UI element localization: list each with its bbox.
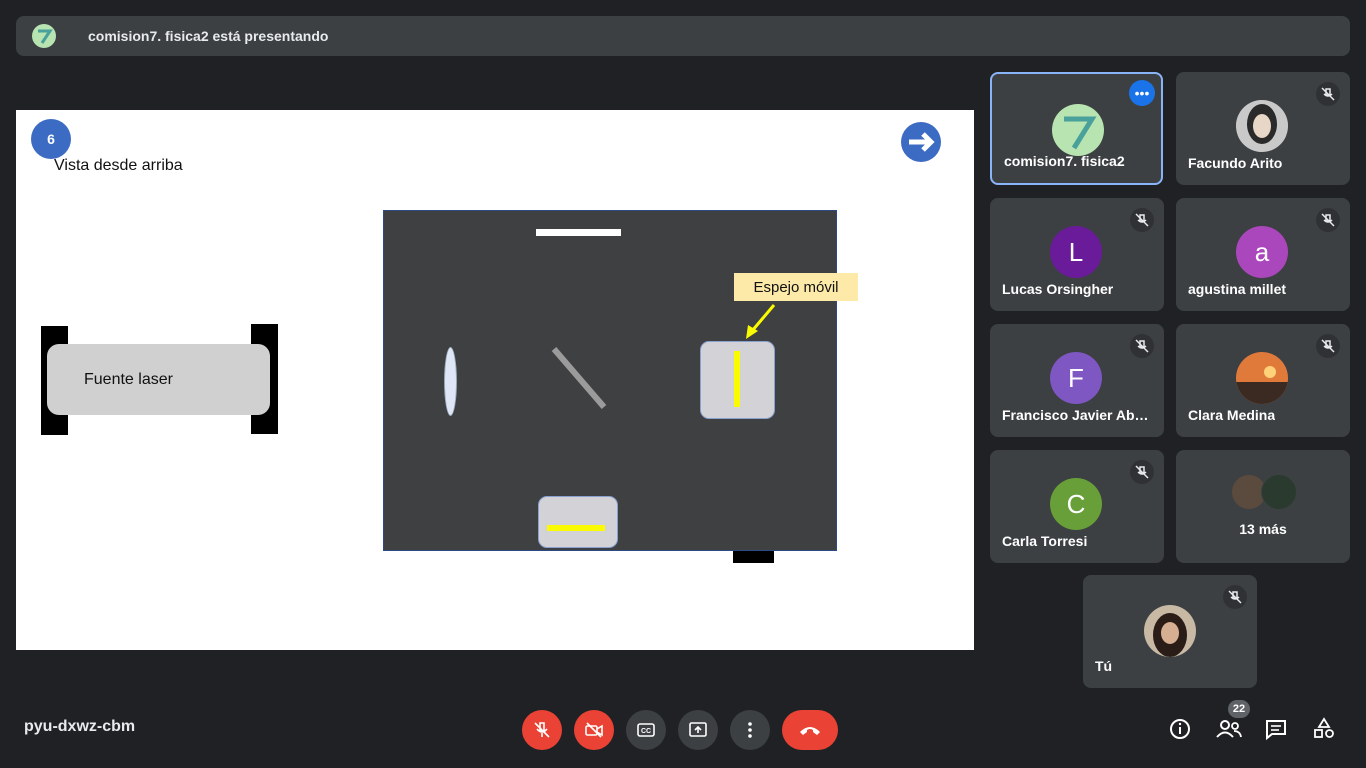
captions-button[interactable]: CC xyxy=(626,710,666,750)
participant-avatar: C xyxy=(1050,478,1102,530)
presenting-banner: comision7. fisica2 está presentando xyxy=(16,16,1350,56)
next-arrow-icon xyxy=(901,122,941,162)
mic-off-icon xyxy=(1316,334,1340,358)
participant-tile-clara[interactable]: Clara Medina xyxy=(1176,324,1350,437)
mic-off-icon xyxy=(1316,208,1340,232)
mic-off-button[interactable] xyxy=(522,710,562,750)
present-screen-button[interactable] xyxy=(678,710,718,750)
participant-avatar xyxy=(1236,352,1288,404)
people-count-badge: 22 xyxy=(1228,700,1250,718)
leave-call-button[interactable] xyxy=(782,710,838,750)
participant-tile-agustina[interactable]: a agustina millet xyxy=(1176,198,1350,311)
screen-bar xyxy=(536,229,621,236)
lens xyxy=(444,347,457,416)
participant-name: Francisco Javier Abr… xyxy=(1002,407,1150,423)
presenter-avatar xyxy=(32,24,56,48)
participant-avatar xyxy=(1144,605,1196,657)
participant-avatar xyxy=(1236,100,1288,152)
participant-name: Tú xyxy=(1095,658,1113,674)
people-icon[interactable] xyxy=(1214,716,1244,742)
group-avatars xyxy=(1231,474,1301,510)
mic-off-icon xyxy=(1223,585,1247,609)
participant-avatar: L xyxy=(1050,226,1102,278)
shared-slide: 6 Vista desde arriba Fuente laser Espejo… xyxy=(16,110,974,650)
mic-off-icon xyxy=(1130,208,1154,232)
participant-tile-facundo[interactable]: Facundo Arito xyxy=(1176,72,1350,185)
meeting-code: pyu-dxwz-cbm xyxy=(24,718,136,735)
participant-avatar: F xyxy=(1050,352,1102,404)
slide-number: 6 xyxy=(31,119,71,159)
more-participants-label: 13 más xyxy=(1239,521,1287,537)
slide-caption: Vista desde arriba xyxy=(54,157,183,174)
chat-icon[interactable] xyxy=(1263,716,1289,742)
activities-icon[interactable] xyxy=(1311,716,1337,742)
participant-tile-self[interactable]: Tú xyxy=(1083,575,1257,688)
laser-label: Fuente laser xyxy=(84,371,173,388)
participant-name: agustina millet xyxy=(1188,281,1287,297)
presenting-text: comision7. fisica2 está presentando xyxy=(88,28,329,44)
participant-name: comision7. fisica2 xyxy=(1004,153,1125,169)
participant-avatar xyxy=(1052,104,1104,156)
svg-text:CC: CC xyxy=(641,728,651,735)
participant-tile-lucas[interactable]: L Lucas Orsingher xyxy=(990,198,1164,311)
participant-tile-comision7[interactable]: ••• comision7. fisica2 xyxy=(990,72,1163,185)
participant-name: Clara Medina xyxy=(1188,407,1276,423)
mic-off-icon xyxy=(1130,334,1154,358)
participant-tile-francisco[interactable]: F Francisco Javier Abr… xyxy=(990,324,1164,437)
participant-tile-carla[interactable]: C Carla Torresi xyxy=(990,450,1164,563)
detector-block xyxy=(733,551,774,563)
more-options-button[interactable] xyxy=(730,710,770,750)
participant-name: Carla Torresi xyxy=(1002,533,1088,549)
mirror-callout: Espejo móvil xyxy=(734,273,858,301)
participant-name: Facundo Arito xyxy=(1188,155,1283,171)
camera-off-button[interactable] xyxy=(574,710,614,750)
info-icon[interactable] xyxy=(1167,716,1193,742)
mic-off-icon xyxy=(1130,460,1154,484)
participant-tile-more[interactable]: 13 más xyxy=(1176,450,1350,563)
more-options-icon[interactable]: ••• xyxy=(1129,80,1155,106)
callout-arrow xyxy=(746,304,776,339)
beam-splitter xyxy=(551,347,607,409)
fixed-mirror xyxy=(547,525,605,531)
participant-name: Lucas Orsingher xyxy=(1002,281,1114,297)
movable-mirror xyxy=(734,351,740,407)
fixed-mirror-mount xyxy=(538,496,618,548)
mic-off-icon xyxy=(1316,82,1340,106)
participant-avatar: a xyxy=(1236,226,1288,278)
interferometer-diagram: Espejo móvil xyxy=(383,210,858,551)
